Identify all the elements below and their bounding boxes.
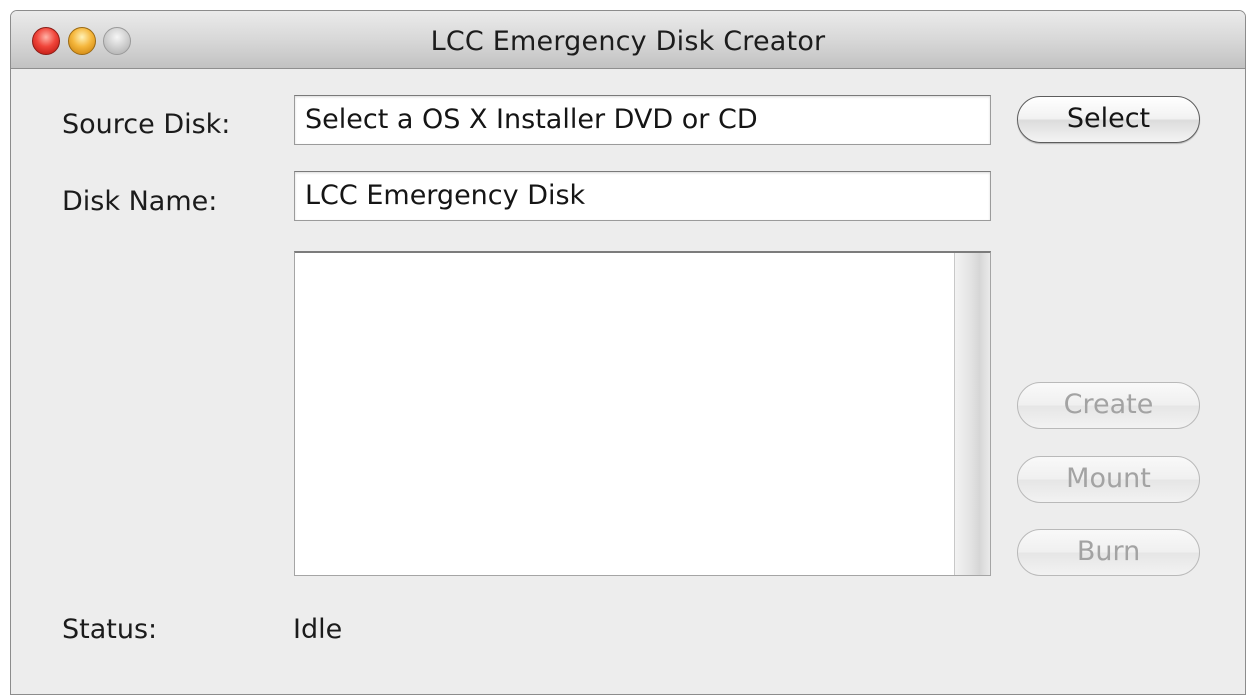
create-button[interactable]: Create <box>1017 382 1200 429</box>
window-title: LCC Emergency Disk Creator <box>430 26 826 57</box>
status-value: Idle <box>293 614 343 645</box>
disk-name-label: Disk Name: <box>62 186 218 217</box>
output-log-list[interactable] <box>294 251 991 576</box>
vertical-scrollbar[interactable] <box>954 253 990 575</box>
title-bar: LCC Emergency Disk Creator <box>11 11 1245 69</box>
select-button[interactable]: Select <box>1017 96 1200 143</box>
source-disk-field[interactable]: Select a OS X Installer DVD or CD <box>294 95 991 145</box>
burn-button[interactable]: Burn <box>1017 529 1200 576</box>
disk-name-field[interactable]: LCC Emergency Disk <box>294 171 991 221</box>
mount-button[interactable]: Mount <box>1017 456 1200 503</box>
source-disk-label: Source Disk: <box>62 109 231 140</box>
status-label: Status: <box>62 614 158 645</box>
app-window: LCC Emergency Disk Creator Source Disk: … <box>10 10 1246 695</box>
